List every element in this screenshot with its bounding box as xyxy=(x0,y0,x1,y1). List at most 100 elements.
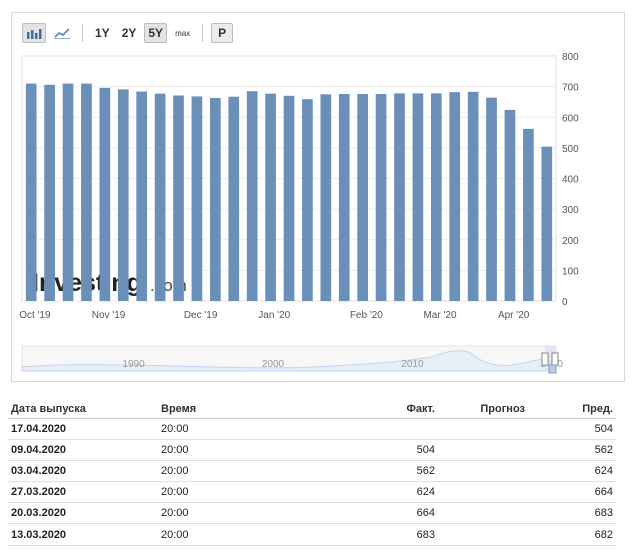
bar[interactable] xyxy=(81,83,92,301)
header-forecast: Прогноз xyxy=(438,400,528,419)
release-history-table: Дата выпуска Время Факт. Прогноз Пред. 1… xyxy=(8,400,616,546)
cell-previous: 504 xyxy=(528,418,616,440)
cell-date: 17.04.2020 xyxy=(8,418,158,440)
bar[interactable] xyxy=(467,91,479,301)
cell-time: 20:00 xyxy=(158,460,278,483)
cell-actual: 504 xyxy=(278,439,438,461)
cell-forecast xyxy=(438,460,528,483)
cell-time: 20:00 xyxy=(158,418,278,440)
cell-date: 27.03.2020 xyxy=(8,481,158,504)
bar[interactable] xyxy=(99,87,111,301)
bar[interactable] xyxy=(191,96,203,301)
y-tick-label: 800 xyxy=(562,52,579,63)
bar[interactable] xyxy=(394,93,405,301)
table-row: 17.04.2020 20:00 504 xyxy=(8,418,616,440)
bar[interactable] xyxy=(44,84,55,301)
cell-forecast xyxy=(438,523,528,546)
x-tick-label: Jan '20 xyxy=(258,310,290,321)
bar[interactable] xyxy=(375,93,387,301)
bar[interactable] xyxy=(541,146,553,301)
cell-date: 20.03.2020 xyxy=(8,502,158,525)
cell-previous: 682 xyxy=(528,523,616,546)
y-axis-ticks: 0 100 200 300 400 500 600 700 800 xyxy=(562,52,579,308)
bar[interactable] xyxy=(173,95,184,301)
cell-time: 20:00 xyxy=(158,439,278,461)
cell-forecast xyxy=(438,439,528,461)
x-tick-label: Nov '19 xyxy=(92,310,126,321)
bar-chart: Investing .com 0100200300400500600700800… xyxy=(19,52,579,374)
bar[interactable] xyxy=(265,93,276,301)
bar[interactable] xyxy=(283,95,295,301)
bar[interactable] xyxy=(412,93,424,301)
cell-actual: 664 xyxy=(278,502,438,525)
navigator-right-handle[interactable] xyxy=(551,352,559,366)
cell-actual: 562 xyxy=(278,460,438,483)
cell-date: 09.04.2020 xyxy=(8,439,158,461)
cell-actual: 683 xyxy=(278,523,438,546)
chart-bars xyxy=(25,83,553,302)
cell-actual: 624 xyxy=(278,481,438,504)
x-tick-label: Dec '19 xyxy=(184,310,218,321)
bar[interactable] xyxy=(246,91,258,301)
cell-time: 20:00 xyxy=(158,481,278,504)
y-tick-label: 300 xyxy=(562,205,579,216)
table-row: 13.03.2020 20:00 683 682 xyxy=(8,523,616,546)
navigator-left-handle[interactable] xyxy=(541,352,549,366)
bar[interactable] xyxy=(210,97,221,301)
bar[interactable] xyxy=(136,91,148,302)
bar[interactable] xyxy=(302,99,313,302)
bar[interactable] xyxy=(154,93,166,301)
navigator-year-label: 2010 xyxy=(401,359,424,370)
bar[interactable] xyxy=(523,128,534,301)
y-tick-label: 500 xyxy=(562,144,579,155)
cell-previous: 562 xyxy=(528,439,616,461)
bar[interactable] xyxy=(504,109,516,302)
cell-time: 20:00 xyxy=(158,502,278,525)
bar[interactable] xyxy=(228,96,240,301)
header-previous: Пред. xyxy=(528,400,616,419)
x-tick-label: Apr '20 xyxy=(498,310,530,321)
cell-forecast xyxy=(438,481,528,504)
cell-date: 13.03.2020 xyxy=(8,523,158,546)
bar[interactable] xyxy=(25,83,37,301)
navigator-year-label: 1990 xyxy=(122,359,145,370)
table-row: 20.03.2020 20:00 664 683 xyxy=(8,502,616,525)
y-tick-label: 700 xyxy=(562,83,579,94)
table-header-row: Дата выпуска Время Факт. Прогноз Пред. xyxy=(8,400,616,419)
x-tick-label: Oct '19 xyxy=(19,310,51,321)
x-axis-ticks: Oct '19 Nov '19 Dec '19 Jan '20 Feb '20 Mar '… xyxy=(19,310,530,321)
y-tick-label: 200 xyxy=(562,236,579,247)
table-row: 27.03.2020 20:00 624 664 xyxy=(8,481,616,504)
chart-panel: 1Y 2Y 5Y max P Investing .com 0100200300… xyxy=(11,12,625,382)
header-release-date: Дата выпуска xyxy=(8,400,158,419)
bar[interactable] xyxy=(357,93,368,301)
cell-previous: 624 xyxy=(528,460,616,483)
cell-forecast xyxy=(438,418,528,440)
bar[interactable] xyxy=(320,94,332,301)
navigator-scroll-thumb[interactable] xyxy=(548,364,557,374)
y-tick-label: 600 xyxy=(562,113,579,124)
cell-time: 20:00 xyxy=(158,523,278,546)
bar[interactable] xyxy=(117,89,129,301)
table-row: 09.04.2020 20:00 504 562 xyxy=(8,439,616,461)
bar[interactable] xyxy=(486,97,497,302)
cell-date: 03.04.2020 xyxy=(8,460,158,483)
table-row: 03.04.2020 20:00 562 624 xyxy=(8,460,616,483)
navigator-year-label: 2000 xyxy=(262,359,285,370)
bar[interactable] xyxy=(62,83,74,301)
y-tick-label: 0 xyxy=(562,297,568,308)
bar[interactable] xyxy=(430,93,442,301)
header-time: Время xyxy=(158,400,278,419)
x-tick-label: Mar '20 xyxy=(423,310,456,321)
cell-previous: 664 xyxy=(528,481,616,504)
header-actual: Факт. xyxy=(278,400,438,419)
y-tick-label: 100 xyxy=(562,266,579,277)
bar[interactable] xyxy=(449,92,461,301)
cell-forecast xyxy=(438,502,528,525)
x-tick-label: Feb '20 xyxy=(350,310,383,321)
bar[interactable] xyxy=(338,93,350,301)
range-navigator[interactable]: 1990200020102020 xyxy=(21,345,563,374)
y-tick-label: 400 xyxy=(562,175,579,186)
cell-actual xyxy=(278,418,438,440)
cell-previous: 683 xyxy=(528,502,616,525)
